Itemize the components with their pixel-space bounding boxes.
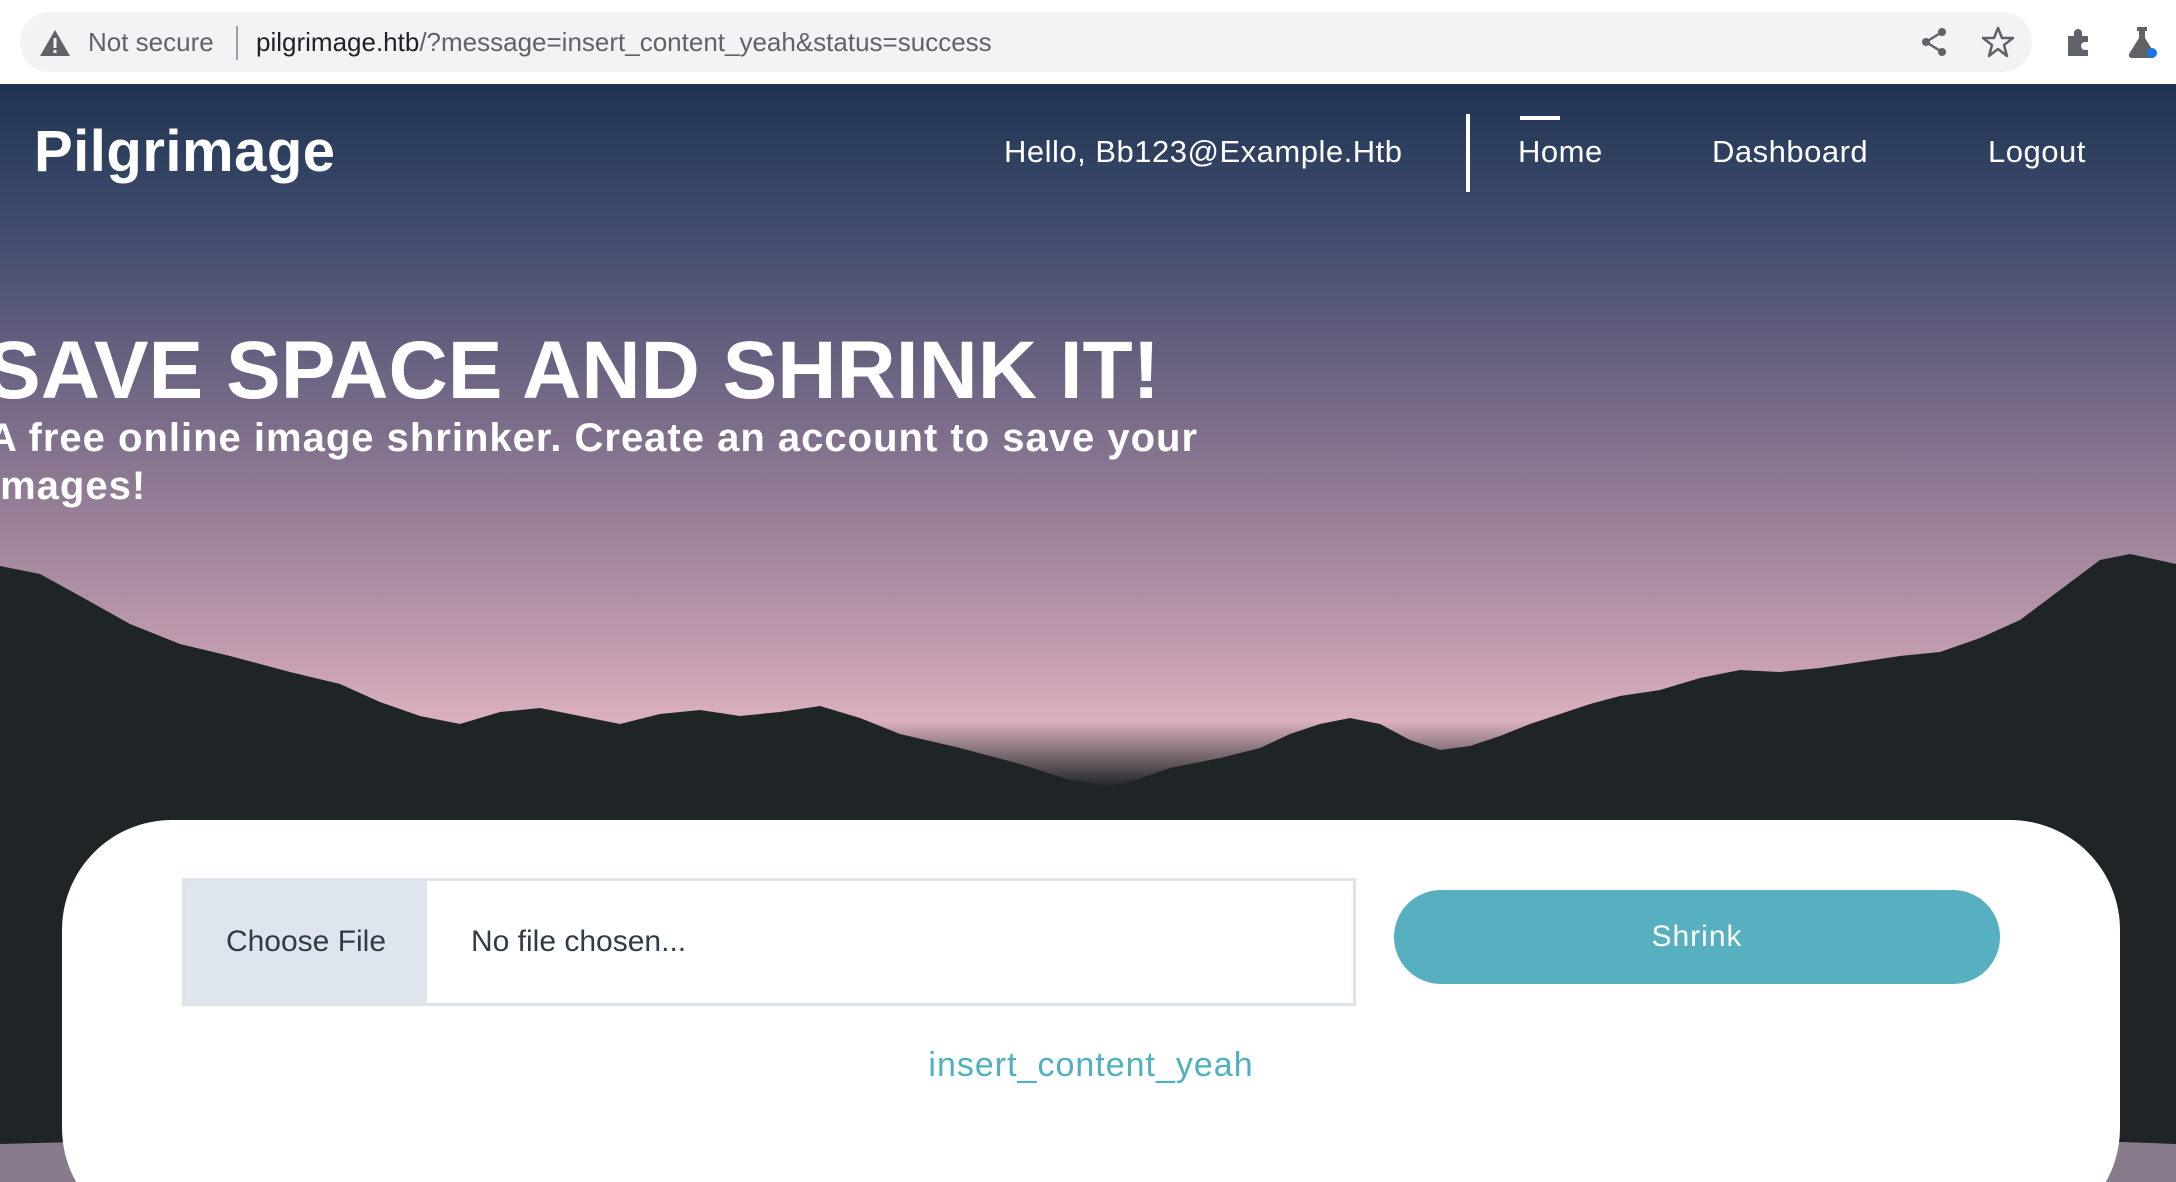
url-host: pilgrimage.htb: [256, 27, 420, 57]
nav-active-indicator: [1520, 116, 1560, 120]
hero-subtitle: A free online image shrinker. Create an …: [0, 416, 1199, 508]
warning-icon[interactable]: [38, 28, 72, 58]
star-icon[interactable]: [1980, 24, 2016, 60]
file-input[interactable]: Choose File No file chosen...: [182, 878, 1356, 1006]
user-greeting: Hello, Bb123@Example.Htb: [1004, 134, 1403, 169]
shrink-button[interactable]: Shrink: [1394, 890, 2000, 984]
labs-icon[interactable]: [2124, 24, 2160, 60]
address-separator: [236, 26, 238, 60]
nav-link-home[interactable]: Home: [1518, 134, 1603, 170]
nav-divider: [1466, 114, 1470, 192]
hero-title: SAVE SPACE AND SHRINK IT!: [0, 325, 1160, 416]
url-path: /?message=insert_content_yeah&status=suc…: [419, 27, 992, 57]
nav-link-dashboard[interactable]: Dashboard: [1712, 134, 1868, 170]
share-icon[interactable]: [1916, 24, 1952, 60]
brand-logo[interactable]: Pilgrimage: [34, 118, 336, 185]
pilgrimage-page: Pilgrimage Hello, Bb123@Example.Htb Home…: [0, 84, 2176, 1182]
file-name-placeholder: No file chosen...: [471, 925, 687, 958]
nav-link-logout[interactable]: Logout: [1988, 134, 2086, 170]
security-label[interactable]: Not secure: [88, 26, 214, 58]
extensions-icon[interactable]: [2060, 24, 2096, 60]
choose-file-button[interactable]: Choose File: [185, 881, 427, 1003]
upload-card: Choose File No file chosen... Shrink ins…: [62, 820, 2120, 1182]
browser-toolbar: Not secure pilgrimage.htb/?message=inser…: [0, 0, 2176, 84]
url-text[interactable]: pilgrimage.htb/?message=insert_content_y…: [256, 26, 992, 58]
status-message: insert_content_yeah: [928, 1046, 1254, 1084]
